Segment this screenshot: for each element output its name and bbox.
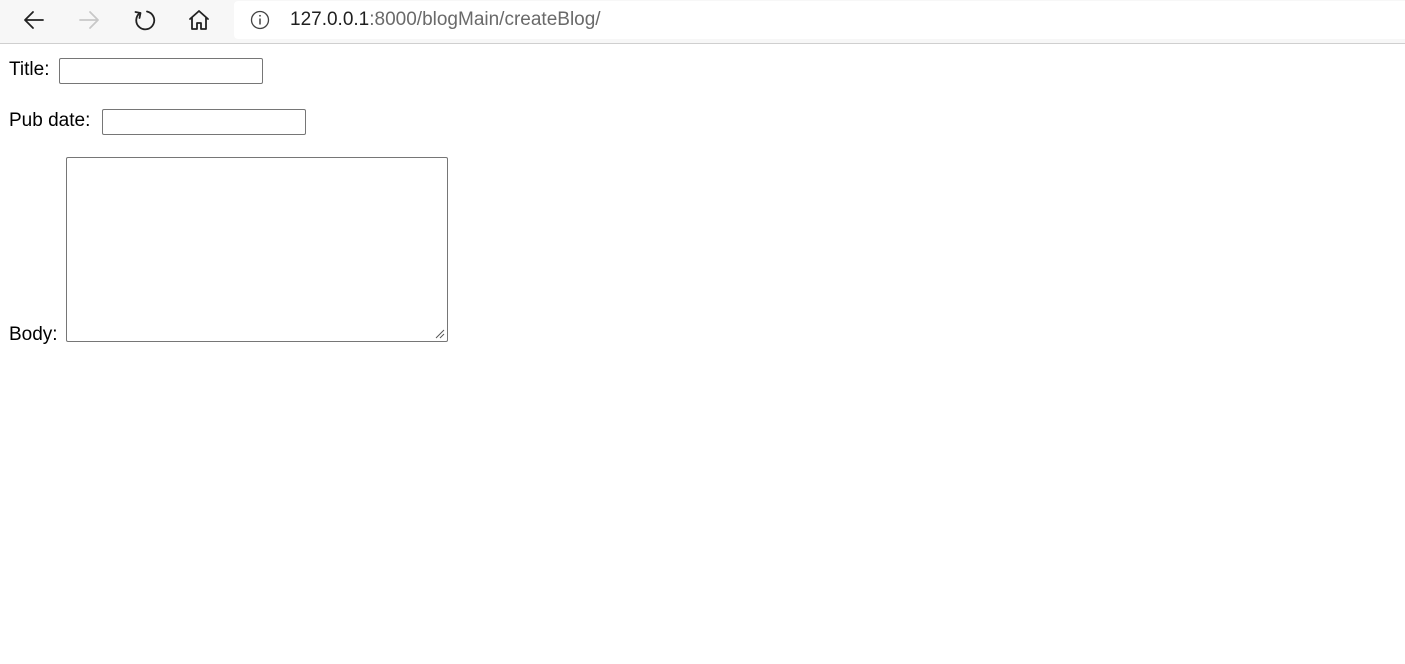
- title-input[interactable]: [59, 58, 263, 84]
- body-label: Body:: [9, 324, 58, 345]
- title-label: Title:: [9, 59, 50, 80]
- browser-toolbar: 127.0.0.1:8000/blogMain/createBlog/: [0, 0, 1405, 44]
- resize-grip-icon[interactable]: [435, 329, 445, 339]
- reload-icon: [134, 10, 156, 31]
- reload-button[interactable]: [126, 4, 162, 36]
- pub-date-label: Pub date:: [9, 110, 91, 131]
- url-path: :8000/blogMain/createBlog/: [369, 9, 601, 30]
- pub-date-input[interactable]: [102, 109, 306, 135]
- address-bar[interactable]: 127.0.0.1:8000/blogMain/createBlog/: [234, 1, 1405, 39]
- url-host: 127.0.0.1: [290, 9, 370, 30]
- forward-button[interactable]: [71, 4, 107, 36]
- forward-arrow-icon: [79, 11, 99, 29]
- home-button[interactable]: [181, 4, 217, 36]
- body-textarea[interactable]: [66, 157, 448, 342]
- page-content: Title: Pub date: Body:: [0, 44, 1405, 664]
- back-arrow-icon: [24, 11, 44, 29]
- info-icon[interactable]: [250, 10, 270, 30]
- back-button[interactable]: [16, 4, 52, 36]
- home-icon: [189, 10, 209, 30]
- url-text[interactable]: 127.0.0.1:8000/blogMain/createBlog/: [290, 9, 601, 31]
